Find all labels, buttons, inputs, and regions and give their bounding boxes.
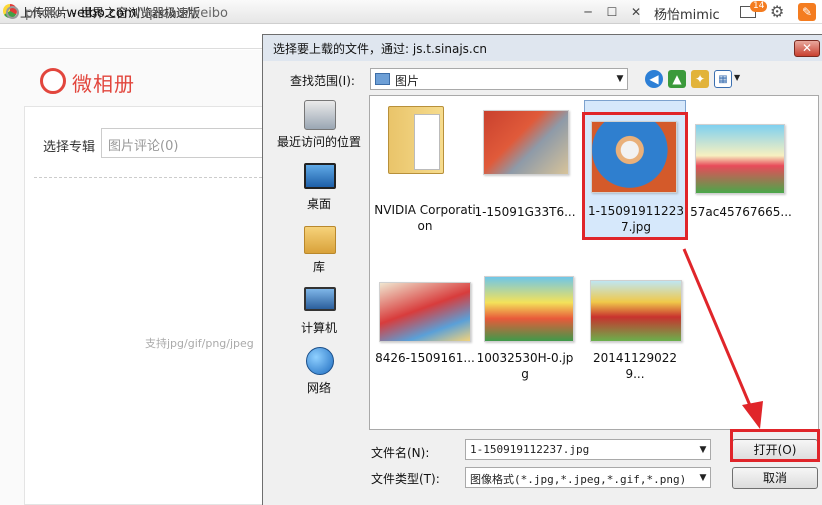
username-link[interactable]: 杨怡mimic [654, 4, 720, 23]
places-library[interactable]: 库 [276, 226, 362, 276]
places-label: 计算机 [300, 321, 337, 335]
desktop-icon [304, 163, 336, 189]
image-thumbnail [484, 276, 574, 342]
annotation-highlight-open [730, 429, 820, 462]
filename-label: 文件名(N): [371, 446, 430, 460]
places-network[interactable]: 网络 [276, 347, 362, 397]
file-item[interactable]: 1-15091G33T6... [474, 100, 576, 242]
places-label: 网络 [306, 381, 331, 395]
minimize-button[interactable]: ─ [578, 4, 598, 20]
supported-formats-hint: 支持jpg/gif/png/jpeg [145, 337, 254, 350]
chevron-down-icon[interactable]: ▼ [614, 70, 626, 88]
dialog-title: 选择要上载的文件，通过: js.t.sinajs.cn [273, 42, 487, 56]
chevron-down-icon[interactable]: ▼ [734, 73, 740, 82]
file-item-folder[interactable]: NVIDIA Corporation [374, 100, 476, 242]
new-folder-icon[interactable]: ✦ [691, 70, 709, 88]
file-name: 1-15091G33T6... [474, 205, 576, 219]
file-item[interactable]: 10032530H-0.jpg [474, 270, 576, 412]
places-label: 最近访问的位置 [276, 135, 361, 149]
image-thumbnail [379, 282, 471, 342]
folder-paper-icon [414, 114, 440, 170]
view-menu-icon[interactable]: ▦ [714, 70, 732, 88]
back-arrow-icon[interactable]: ◀ [645, 70, 663, 88]
library-icon [304, 226, 336, 254]
places-recent[interactable]: 最近访问的位置 [276, 100, 362, 152]
up-folder-icon[interactable]: ▲ [668, 70, 686, 88]
places-computer[interactable]: 计算机 [276, 287, 362, 337]
places-label: 桌面 [306, 197, 331, 211]
network-globe-icon [306, 347, 334, 375]
file-name: 57ac45767665... [690, 205, 792, 219]
image-thumbnail [695, 124, 785, 194]
divider [34, 177, 262, 178]
chevron-down-icon[interactable]: ▼ [697, 441, 709, 459]
file-item[interactable]: 201411290229... [584, 270, 686, 412]
places-desktop[interactable]: 桌面 [276, 163, 362, 213]
album-label: 选择专辑 [43, 140, 96, 155]
pictures-folder-icon [375, 73, 390, 85]
filename-input[interactable]: 1-150919112237.jpg [465, 439, 711, 460]
gear-icon[interactable]: ⚙ [770, 2, 784, 21]
recent-places-icon [304, 100, 336, 130]
url-domain: weibo.com [66, 6, 137, 21]
places-label: 库 [312, 260, 325, 274]
filetype-select[interactable]: 图像格式(*.jpg,*.jpeg,*.gif,*.png) [465, 467, 711, 488]
cancel-button[interactable]: 取消 [732, 467, 818, 489]
look-in-label: 查找范围(I): [290, 74, 355, 88]
file-name: 8426-1509161... [375, 351, 475, 365]
annotation-highlight-file [582, 112, 688, 240]
file-name: 201411290229... [593, 351, 677, 381]
annotation-arrow [682, 248, 763, 429]
chevron-down-icon[interactable]: ▼ [697, 469, 709, 487]
computer-icon [304, 287, 336, 311]
dialog-close-button[interactable]: ✕ [794, 40, 820, 57]
file-name: 10032530H-0.jpg [476, 351, 574, 381]
album-select[interactable]: 图片评论(0) [101, 128, 263, 158]
file-item[interactable]: 57ac45767665... [690, 100, 792, 242]
image-thumbnail [483, 110, 569, 175]
upload-panel [24, 106, 264, 505]
file-name: NVIDIA Corporation [374, 203, 476, 233]
weibo-album-logo[interactable]: 微相册 [72, 68, 135, 97]
file-item[interactable]: 8426-1509161... [374, 270, 476, 412]
maximize-button[interactable]: ☐ [602, 4, 622, 20]
mail-count-badge: 14 [750, 1, 768, 12]
globe-icon [6, 6, 19, 19]
url-text[interactable]: photo.weibo.com/upload/weibo [25, 6, 228, 21]
compose-icon[interactable]: ✎ [798, 3, 816, 21]
url-path: /upload/weibo [136, 6, 229, 21]
url-prefix: photo. [25, 6, 67, 21]
image-thumbnail [590, 280, 682, 342]
filetype-label: 文件类型(T): [371, 472, 440, 486]
look-in-combo[interactable]: 图片 [370, 68, 628, 90]
camera-logo-icon [40, 68, 66, 94]
address-bar[interactable] [0, 25, 262, 49]
